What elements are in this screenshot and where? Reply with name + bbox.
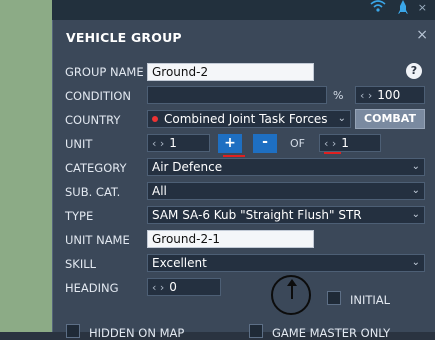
rocket-icon[interactable] [398,0,408,16]
type-value: SAM SA-6 Kub "Straight Flush" STR [152,208,362,222]
chevron-down-icon: ⌄ [337,113,346,124]
combat-button[interactable]: COMBAT [355,109,425,129]
spinner-arrows-icon[interactable]: ‹ › [360,89,372,102]
condition-input[interactable] [147,86,327,104]
red-underline [324,152,341,154]
chevron-down-icon: ⌄ [411,209,420,220]
condition-percent-spinner[interactable]: ‹ › 100 [355,86,425,104]
hidden-on-map-label: HIDDEN ON MAP [89,326,185,340]
sub-cat-select[interactable]: All ⌄ [147,182,425,200]
country-select[interactable]: Combined Joint Task Forces ⌄ [147,110,351,128]
type-select[interactable]: SAM SA-6 Kub "Straight Flush" STR ⌄ [147,206,425,224]
top-toolbar: × [52,0,435,20]
wifi-icon[interactable] [370,0,386,12]
red-underline [223,155,245,157]
skill-value: Excellent [152,256,207,270]
sub-cat-label: SUB. CAT. [65,185,121,199]
unit-total-value: 1 [341,136,349,150]
country-flag-icon [152,116,158,122]
panel-title: VEHICLE GROUP [66,30,182,45]
skill-select[interactable]: Excellent ⌄ [147,254,425,272]
heading-dial[interactable] [271,275,311,315]
percent-label: % [333,89,344,102]
heading-value: 0 [169,280,177,294]
unit-total-spinner[interactable]: ‹ › 1 [319,134,381,152]
condition-label: CONDITION [65,89,132,103]
remove-unit-button[interactable]: - [253,134,277,153]
unit-value: 1 [169,136,177,150]
help-icon[interactable]: ? [406,63,422,79]
chevron-down-icon: ⌄ [411,161,420,172]
of-label: OF [290,137,305,150]
game-master-only-checkbox[interactable] [249,324,263,338]
heading-needle [291,283,293,299]
type-label: TYPE [65,209,94,223]
condition-percent-value: 100 [377,88,401,102]
unit-spinner[interactable]: ‹ › 1 [147,134,210,152]
close-icon[interactable]: × [416,27,428,43]
heading-spinner[interactable]: ‹ › 0 [147,278,221,296]
hidden-on-map-checkbox[interactable] [66,324,80,338]
spinner-arrows-icon[interactable]: ‹ › [324,137,336,150]
chevron-down-icon: ⌄ [411,257,420,268]
category-label: CATEGORY [65,161,127,175]
spinner-arrows-icon[interactable]: ‹ › [152,137,164,150]
spinner-arrows-icon[interactable]: ‹ › [152,281,164,294]
group-name-input[interactable]: Ground-2 [147,63,314,81]
skill-label: SKILL [65,257,97,271]
country-value: Combined Joint Task Forces [164,112,328,126]
unit-label: UNIT [65,137,93,151]
group-name-label: GROUP NAME [65,65,144,79]
heading-label: HEADING [65,281,119,295]
country-label: COUNTRY [65,113,121,127]
game-master-only-label: GAME MASTER ONLY [272,326,391,340]
chevron-down-icon: ⌄ [411,185,420,196]
sub-cat-value: All [152,184,167,198]
close-icon[interactable]: × [418,1,427,14]
category-select[interactable]: Air Defence ⌄ [147,158,425,176]
map-background [0,0,52,332]
initial-checkbox[interactable] [327,291,341,305]
vehicle-group-panel: VEHICLE GROUP × GROUP NAME Ground-2 ? CO… [52,20,435,340]
category-value: Air Defence [152,160,223,174]
unit-name-label: UNIT NAME [65,233,130,247]
unit-name-input[interactable]: Ground-2-1 [147,230,314,248]
initial-label: INITIAL [350,293,391,307]
add-unit-button[interactable]: + [218,134,242,153]
